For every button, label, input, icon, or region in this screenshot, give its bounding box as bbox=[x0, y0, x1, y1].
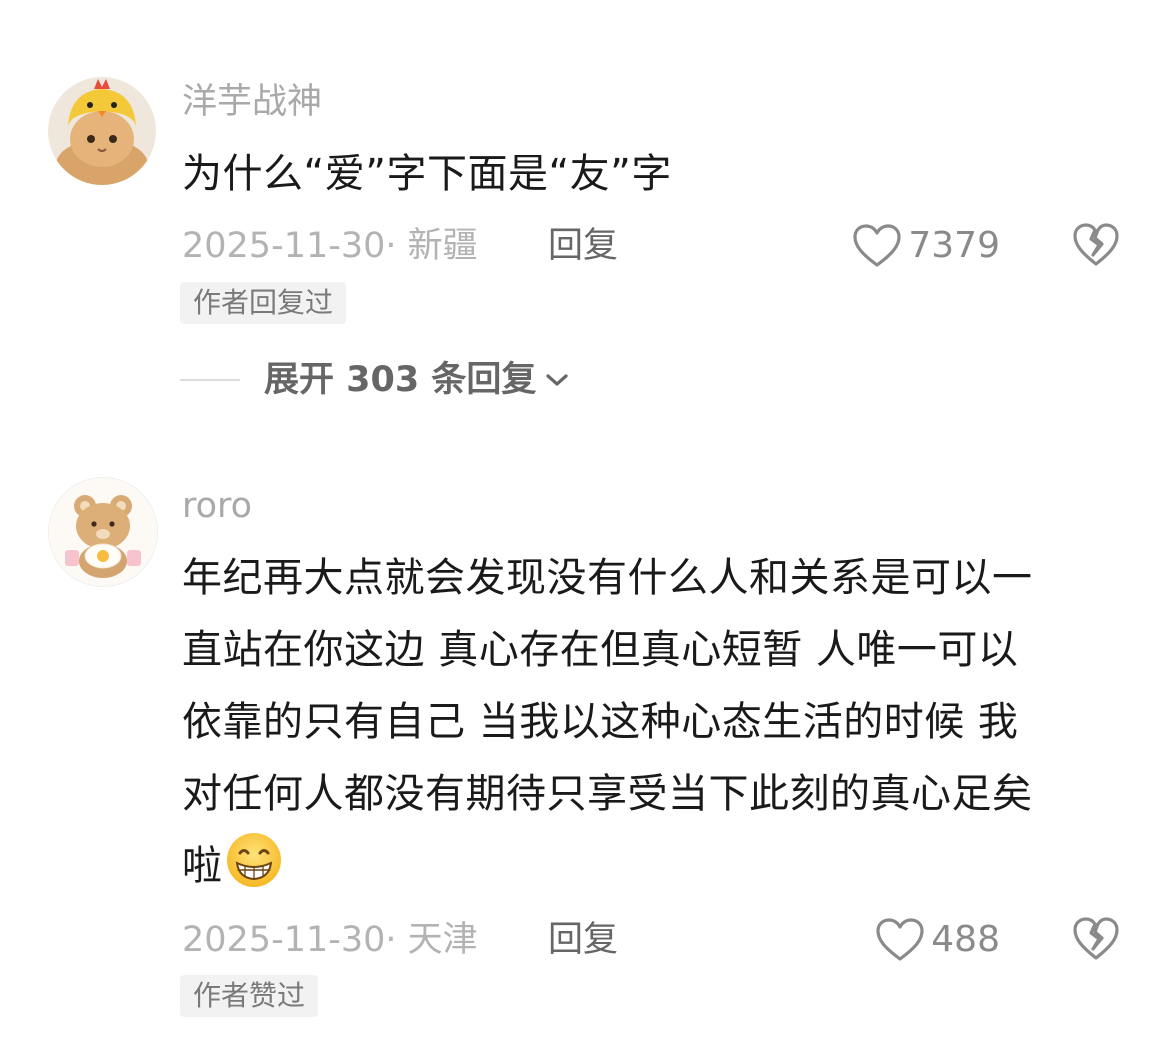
expand-replies-button[interactable]: 展开 303 条回复 bbox=[180, 360, 570, 400]
avatar[interactable] bbox=[48, 77, 156, 185]
dislike-button[interactable] bbox=[1072, 916, 1120, 966]
like-count: 7379 bbox=[908, 225, 1000, 266]
comment-text-line: 依靠的只有自己 当我以这种心态生活的时候 我 bbox=[182, 699, 1019, 745]
grinning-emoji-icon bbox=[226, 833, 281, 887]
dislike-button[interactable] bbox=[1072, 222, 1120, 272]
comment-text-line: 为什么“爱”字下面是“友”字 bbox=[182, 151, 672, 197]
like-button[interactable]: 7379 bbox=[852, 223, 1000, 269]
expand-replies-label: 展开 303 条回复 bbox=[264, 360, 537, 400]
author-liked-tag: 作者赞过 bbox=[180, 975, 319, 1017]
comment-text: 年纪再大点就会发现没有什么人和关系是可以一 直站在你这边 真心存在但真心短暂 人… bbox=[182, 542, 1122, 902]
username[interactable]: roro bbox=[182, 486, 252, 526]
bear-avatar-icon bbox=[49, 478, 157, 586]
comment-text-line-last: 啦 bbox=[182, 830, 1122, 902]
broken-heart-icon bbox=[1073, 223, 1119, 266]
heart-icon bbox=[876, 918, 924, 961]
username[interactable]: 洋芋战神 bbox=[182, 82, 322, 122]
comment-text: 为什么“爱”字下面是“友”字 bbox=[182, 138, 1122, 210]
reply-button[interactable]: 回复 bbox=[548, 920, 618, 960]
heart-icon bbox=[853, 224, 901, 267]
broken-heart-icon bbox=[1073, 917, 1119, 960]
comment-meta: 2025-11-30· 天津 bbox=[182, 920, 478, 960]
like-button[interactable]: 488 bbox=[875, 917, 1000, 963]
comment-text-line: 直站在你这边 真心存在但真心短暂 人唯一可以 bbox=[182, 627, 1019, 673]
reply-button[interactable]: 回复 bbox=[548, 226, 618, 266]
chick-hat-cat-avatar-icon bbox=[48, 77, 156, 185]
comment-text-line: 年纪再大点就会发现没有什么人和关系是可以一 bbox=[182, 555, 1033, 601]
comment-text-line: 对任何人都没有期待只享受当下此刻的真心足矣 bbox=[182, 771, 1033, 817]
avatar[interactable] bbox=[48, 477, 158, 587]
divider-line bbox=[180, 379, 240, 381]
comment-meta: 2025-11-30· 新疆 bbox=[182, 226, 478, 266]
chevron-down-icon bbox=[546, 374, 569, 386]
author-replied-tag: 作者回复过 bbox=[180, 282, 347, 324]
comment-text-line: 啦 bbox=[182, 843, 223, 889]
like-count: 488 bbox=[931, 919, 1000, 960]
